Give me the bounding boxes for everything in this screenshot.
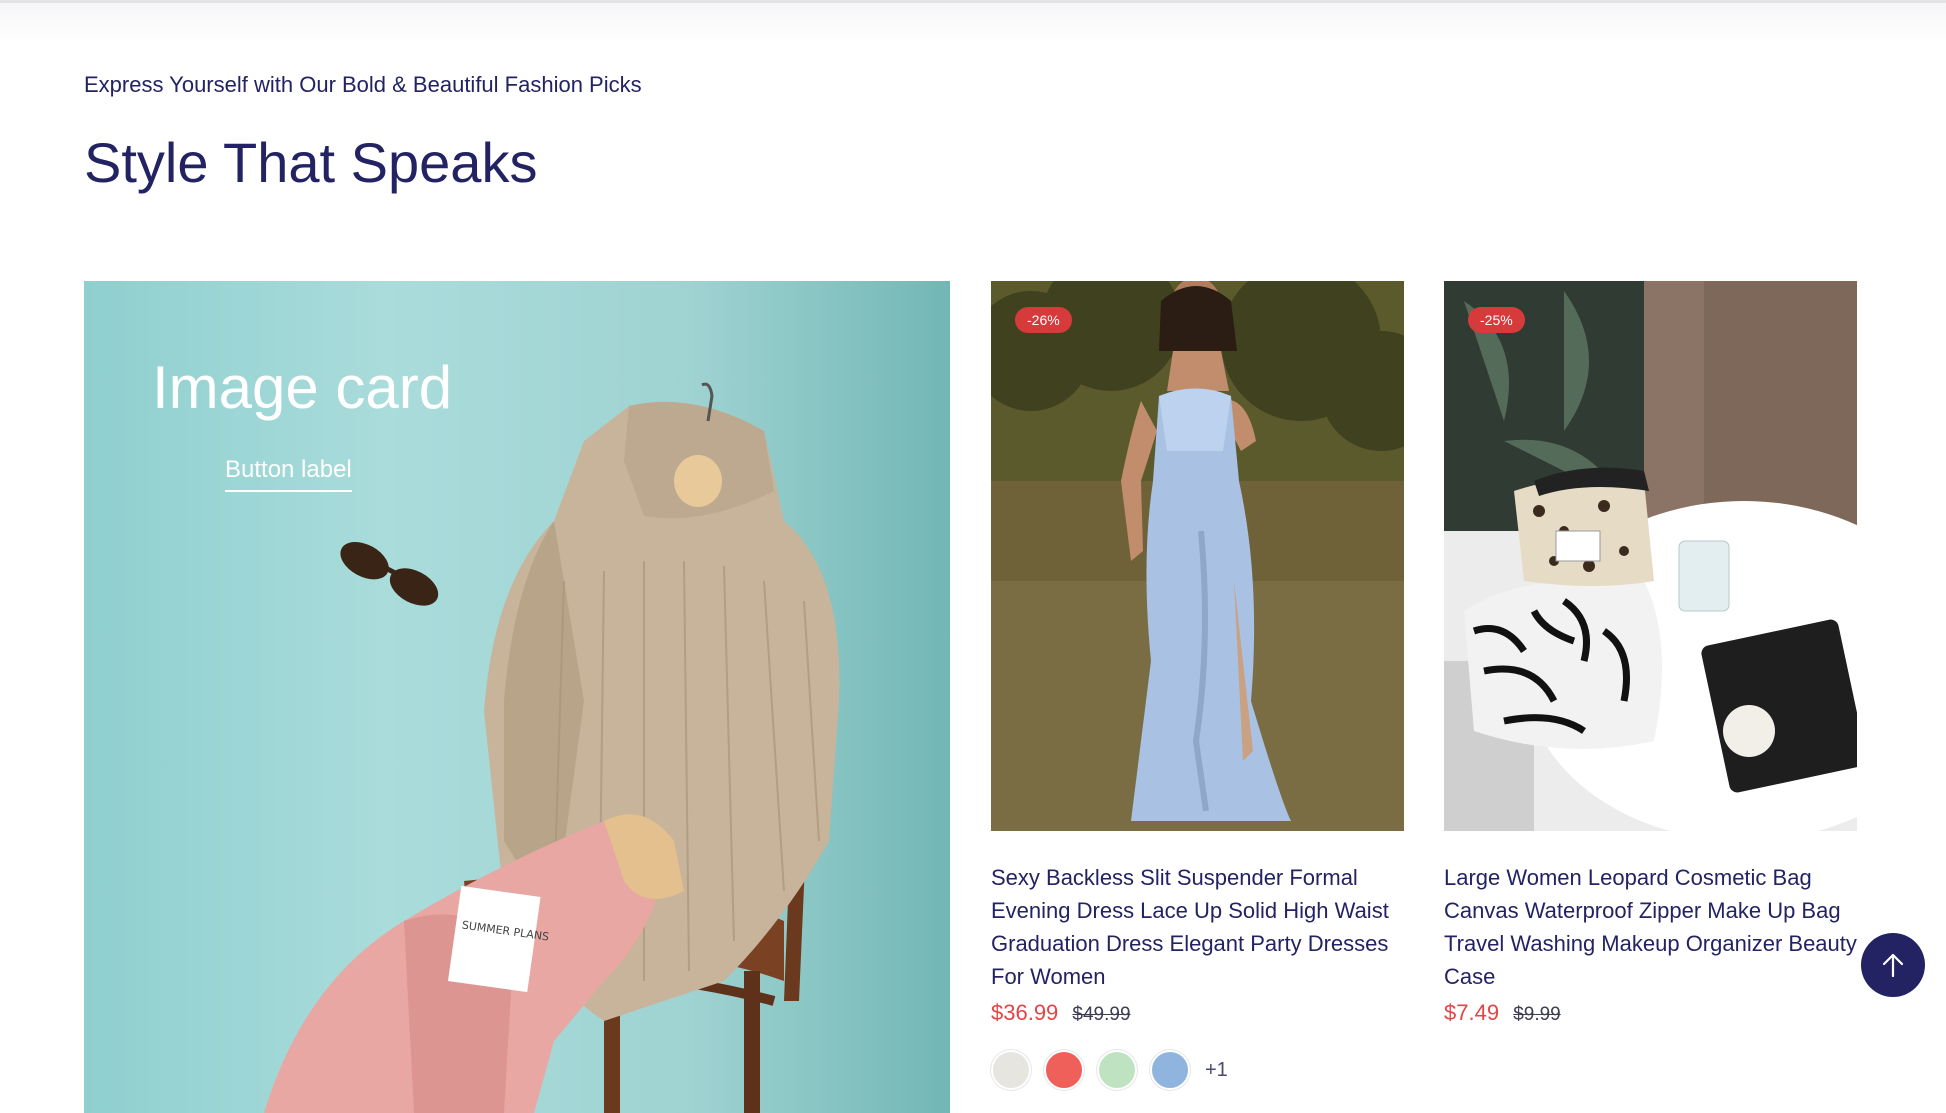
top-shadow (0, 3, 1946, 43)
price-row: $7.49 $9.99 (1444, 1000, 1857, 1026)
sale-price: $7.49 (1444, 1000, 1500, 1025)
image-card-button[interactable]: Button label (225, 456, 352, 492)
compare-price: $49.99 (1072, 1004, 1131, 1025)
product-card[interactable]: -25% Large Women Leopard Cosmetic Bag Ca… (1444, 281, 1857, 1026)
swatch-red[interactable] (1044, 1050, 1084, 1090)
product-image[interactable]: -26% (991, 281, 1404, 831)
swatch-mint[interactable] (1097, 1050, 1137, 1090)
section-title: Style That Speaks (84, 131, 538, 194)
product-title[interactable]: Sexy Backless Slit Suspender Formal Even… (991, 861, 1404, 993)
swatch-blue[interactable] (1150, 1050, 1190, 1090)
price-row: $36.99 $49.99 (991, 1000, 1404, 1026)
swatch-ivory[interactable] (991, 1050, 1031, 1090)
discount-badge: -26% (1015, 307, 1072, 333)
product-card[interactable]: -26% Sexy Backless Slit Suspender Formal… (991, 281, 1404, 1090)
color-swatches: +1 (991, 1050, 1404, 1090)
image-card-title: Image card (152, 354, 453, 421)
arrow-up-icon (1882, 953, 1904, 978)
image-card[interactable]: SUMMER PLANS Image card Button label (84, 281, 950, 1113)
more-swatches[interactable]: +1 (1205, 1059, 1228, 1082)
compare-price: $9.99 (1513, 1004, 1561, 1025)
sale-price: $36.99 (991, 1000, 1059, 1025)
product-image[interactable]: -25% (1444, 281, 1857, 831)
discount-badge: -25% (1468, 307, 1525, 333)
section-subtitle: Express Yourself with Our Bold & Beautif… (84, 72, 642, 97)
product-title[interactable]: Large Women Leopard Cosmetic Bag Canvas … (1444, 861, 1857, 993)
back-to-top-button[interactable] (1861, 933, 1925, 997)
